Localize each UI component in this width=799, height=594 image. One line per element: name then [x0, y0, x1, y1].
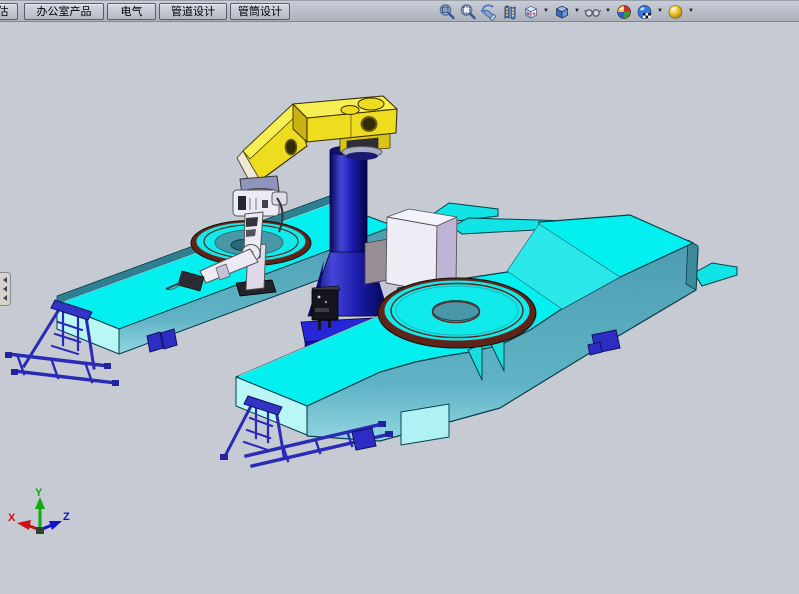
previous-view-button[interactable] [479, 2, 498, 21]
zoom-to-area-button[interactable] [458, 2, 477, 21]
axis-z-label: Z [63, 511, 70, 523]
turntable-ring-front[interactable] [378, 278, 536, 348]
display-style-button[interactable] [552, 2, 571, 21]
graphics-viewport[interactable]: Y X Z [0, 22, 799, 589]
hide-show-items-button[interactable] [583, 2, 602, 21]
section-view-icon [501, 3, 519, 21]
hide-show-items-icon [583, 3, 602, 21]
reference-triad: Y X Z [8, 487, 70, 534]
ring-center-hole [433, 302, 480, 323]
apply-scene-button[interactable] [635, 2, 654, 21]
zoom-to-area-icon [459, 3, 477, 21]
display-style-dropdown-icon[interactable]: ▼ [573, 2, 581, 21]
collapse-left-arrow-icon [3, 286, 7, 292]
solidworks-window: 估 办公室产品 电气 管道设计 管筒设计 [0, 0, 799, 589]
view-settings-button[interactable] [666, 2, 685, 21]
collapse-left-arrow-icon [3, 295, 7, 301]
collapse-left-arrow-icon [3, 277, 7, 283]
section-view-button[interactable] [500, 2, 519, 21]
view-settings-dropdown-icon[interactable]: ▼ [687, 2, 695, 21]
view-orientation-icon [522, 3, 540, 21]
hide-show-items-dropdown-icon[interactable]: ▼ [604, 2, 612, 21]
tab-office-products[interactable]: 办公室产品 [24, 3, 104, 20]
axis-x-label: X [8, 512, 16, 524]
front-beam-tail-blade[interactable] [694, 263, 737, 286]
view-orientation-button[interactable] [521, 2, 540, 21]
yellow-boom[interactable] [237, 96, 397, 186]
tab-evaluate-clipped[interactable]: 估 [0, 3, 18, 20]
edit-appearance-button[interactable] [614, 2, 633, 21]
zoom-to-fit-button[interactable] [437, 2, 456, 21]
tab-piping-design[interactable]: 管道设计 [159, 3, 227, 20]
command-tab-bar: 估 办公室产品 电气 管道设计 管筒设计 [0, 0, 799, 22]
view-heads-up-toolbar: ▼ ▼ ▼ [437, 1, 697, 22]
edit-appearance-icon [615, 3, 633, 21]
apply-scene-icon [636, 3, 654, 21]
apply-scene-dropdown-icon[interactable]: ▼ [656, 2, 664, 21]
view-settings-icon [667, 3, 685, 21]
feature-panel-collapsed-tab[interactable] [0, 272, 11, 306]
tab-tubing-design[interactable]: 管筒设计 [230, 3, 290, 20]
view-orientation-dropdown-icon[interactable]: ▼ [542, 2, 550, 21]
model-canvas[interactable]: Y X Z [0, 22, 799, 589]
tab-electrical[interactable]: 电气 [107, 3, 156, 20]
display-style-icon [553, 3, 571, 21]
axis-y-label: Y [35, 487, 43, 499]
zoom-to-fit-icon [438, 3, 456, 21]
previous-view-icon [479, 3, 498, 21]
